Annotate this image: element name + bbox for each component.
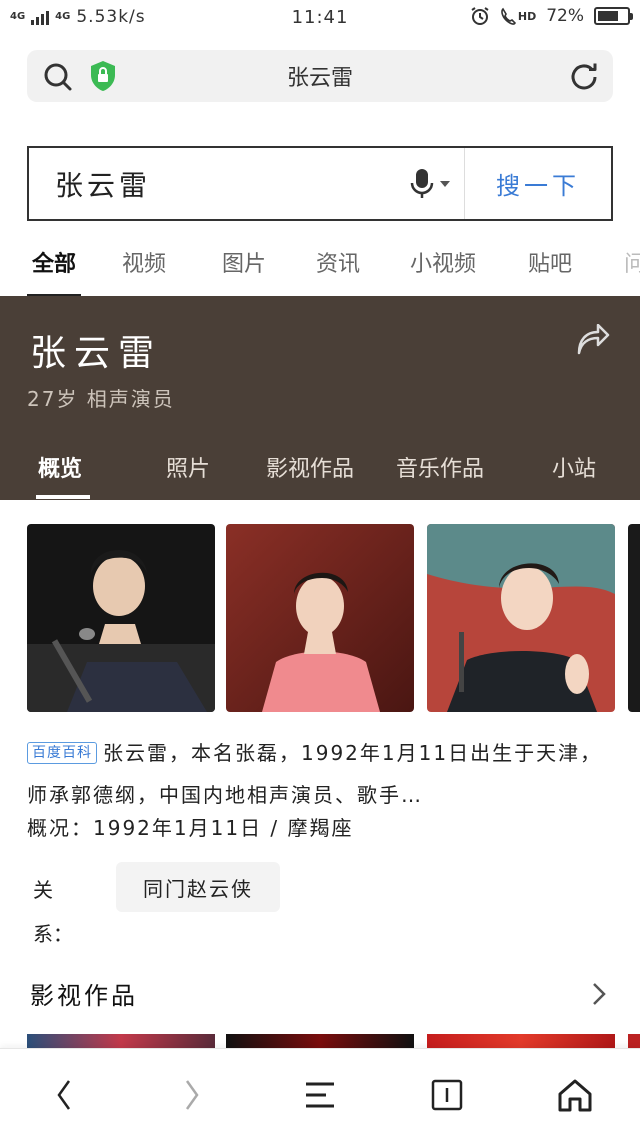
home-icon	[558, 1079, 592, 1112]
tab-images[interactable]: 图片	[222, 238, 266, 278]
works-section-title[interactable]: 影视作品	[30, 976, 138, 1011]
menu-icon	[306, 1082, 334, 1108]
phone-icon	[501, 7, 516, 25]
chevron-right-icon[interactable]	[590, 980, 608, 1008]
work-thumb-4[interactable]	[628, 1034, 640, 1048]
hd-label: HD	[517, 9, 537, 23]
works-thumbnails	[0, 1034, 640, 1048]
photo-4-partial[interactable]	[628, 524, 640, 712]
tab-all[interactable]: 全部	[26, 238, 82, 297]
bottom-navigation	[0, 1048, 640, 1138]
work-thumb-1[interactable]	[27, 1034, 215, 1048]
tabs-button[interactable]	[425, 1073, 469, 1117]
photo-strip	[0, 524, 640, 712]
address-bar[interactable]: 张云雷	[27, 50, 613, 102]
tab-news[interactable]: 资讯	[316, 238, 360, 278]
alarm-icon	[471, 7, 489, 25]
entity-tabs: 概览 照片 影视作品 音乐作品 小站	[0, 451, 640, 500]
share-icon[interactable]	[576, 324, 610, 356]
overview-line: 概况：1992年1月11日 / 摩羯座	[27, 816, 354, 840]
back-icon	[57, 1080, 71, 1110]
entity-tab-films[interactable]: 影视作品	[266, 451, 354, 483]
entity-tab-music[interactable]: 音乐作品	[396, 451, 484, 483]
entity-tab-photos[interactable]: 照片	[166, 451, 210, 483]
menu-button[interactable]	[298, 1073, 342, 1117]
address-title: 张云雷	[286, 66, 353, 91]
status-right: HD 72%	[470, 6, 633, 26]
forward-icon	[185, 1080, 199, 1110]
microphone-icon	[410, 168, 433, 198]
battery-icon	[594, 7, 633, 25]
summary-text: 张云雷，本名张磊，1992年1月11日出生于天津，师承郭德纲，中国内地相声演员、…	[27, 741, 603, 807]
tab-ask[interactable]: 问	[624, 238, 640, 278]
battery-percent: 72%	[546, 6, 584, 26]
photo-1[interactable]	[27, 524, 215, 712]
search-button[interactable]: 搜一下	[465, 166, 611, 201]
home-button[interactable]	[553, 1073, 597, 1117]
photo-2[interactable]	[226, 524, 414, 712]
search-input[interactable]: 张云雷	[29, 164, 395, 204]
entity-tab-site[interactable]: 小站	[552, 451, 596, 483]
hd-call-indicator: HD	[500, 7, 536, 25]
work-thumb-3[interactable]	[427, 1034, 615, 1048]
entity-card-header: 张云雷 27岁 相声演员 概览 照片 影视作品 音乐作品 小站	[0, 296, 640, 500]
work-thumb-2[interactable]	[226, 1034, 414, 1048]
voice-search-button[interactable]	[395, 148, 465, 219]
photo-3[interactable]	[427, 524, 615, 712]
baike-summary[interactable]: 百度百科 张云雷，本名张磊，1992年1月11日出生于天津，师承郭德纲，中国内地相…	[27, 732, 617, 816]
category-tabs: 全部 视频 图片 资讯 小视频 贴吧 问	[0, 238, 640, 297]
entity-tab-overview[interactable]: 概览	[35, 451, 91, 499]
search-box: 张云雷 搜一下	[27, 146, 613, 221]
entity-name: 张云雷	[30, 333, 163, 374]
back-button[interactable]	[42, 1073, 86, 1117]
tab-tieba[interactable]: 贴吧	[528, 238, 572, 278]
relation-label: 关系：	[33, 878, 73, 946]
baike-badge: 百度百科	[27, 742, 97, 764]
status-bar: 4G 4G 5.53k/s 11:41 HD 72%	[0, 0, 640, 34]
entity-subtitle: 27岁 相声演员	[27, 387, 175, 411]
tab-short-video[interactable]: 小视频	[410, 238, 476, 278]
chevron-down-icon	[439, 180, 450, 187]
forward-button[interactable]	[170, 1073, 214, 1117]
tabs-icon	[431, 1079, 463, 1111]
refresh-icon[interactable]	[569, 62, 601, 92]
tab-video[interactable]: 视频	[122, 238, 166, 278]
relation-chip[interactable]: 同门赵云侠	[116, 862, 280, 912]
